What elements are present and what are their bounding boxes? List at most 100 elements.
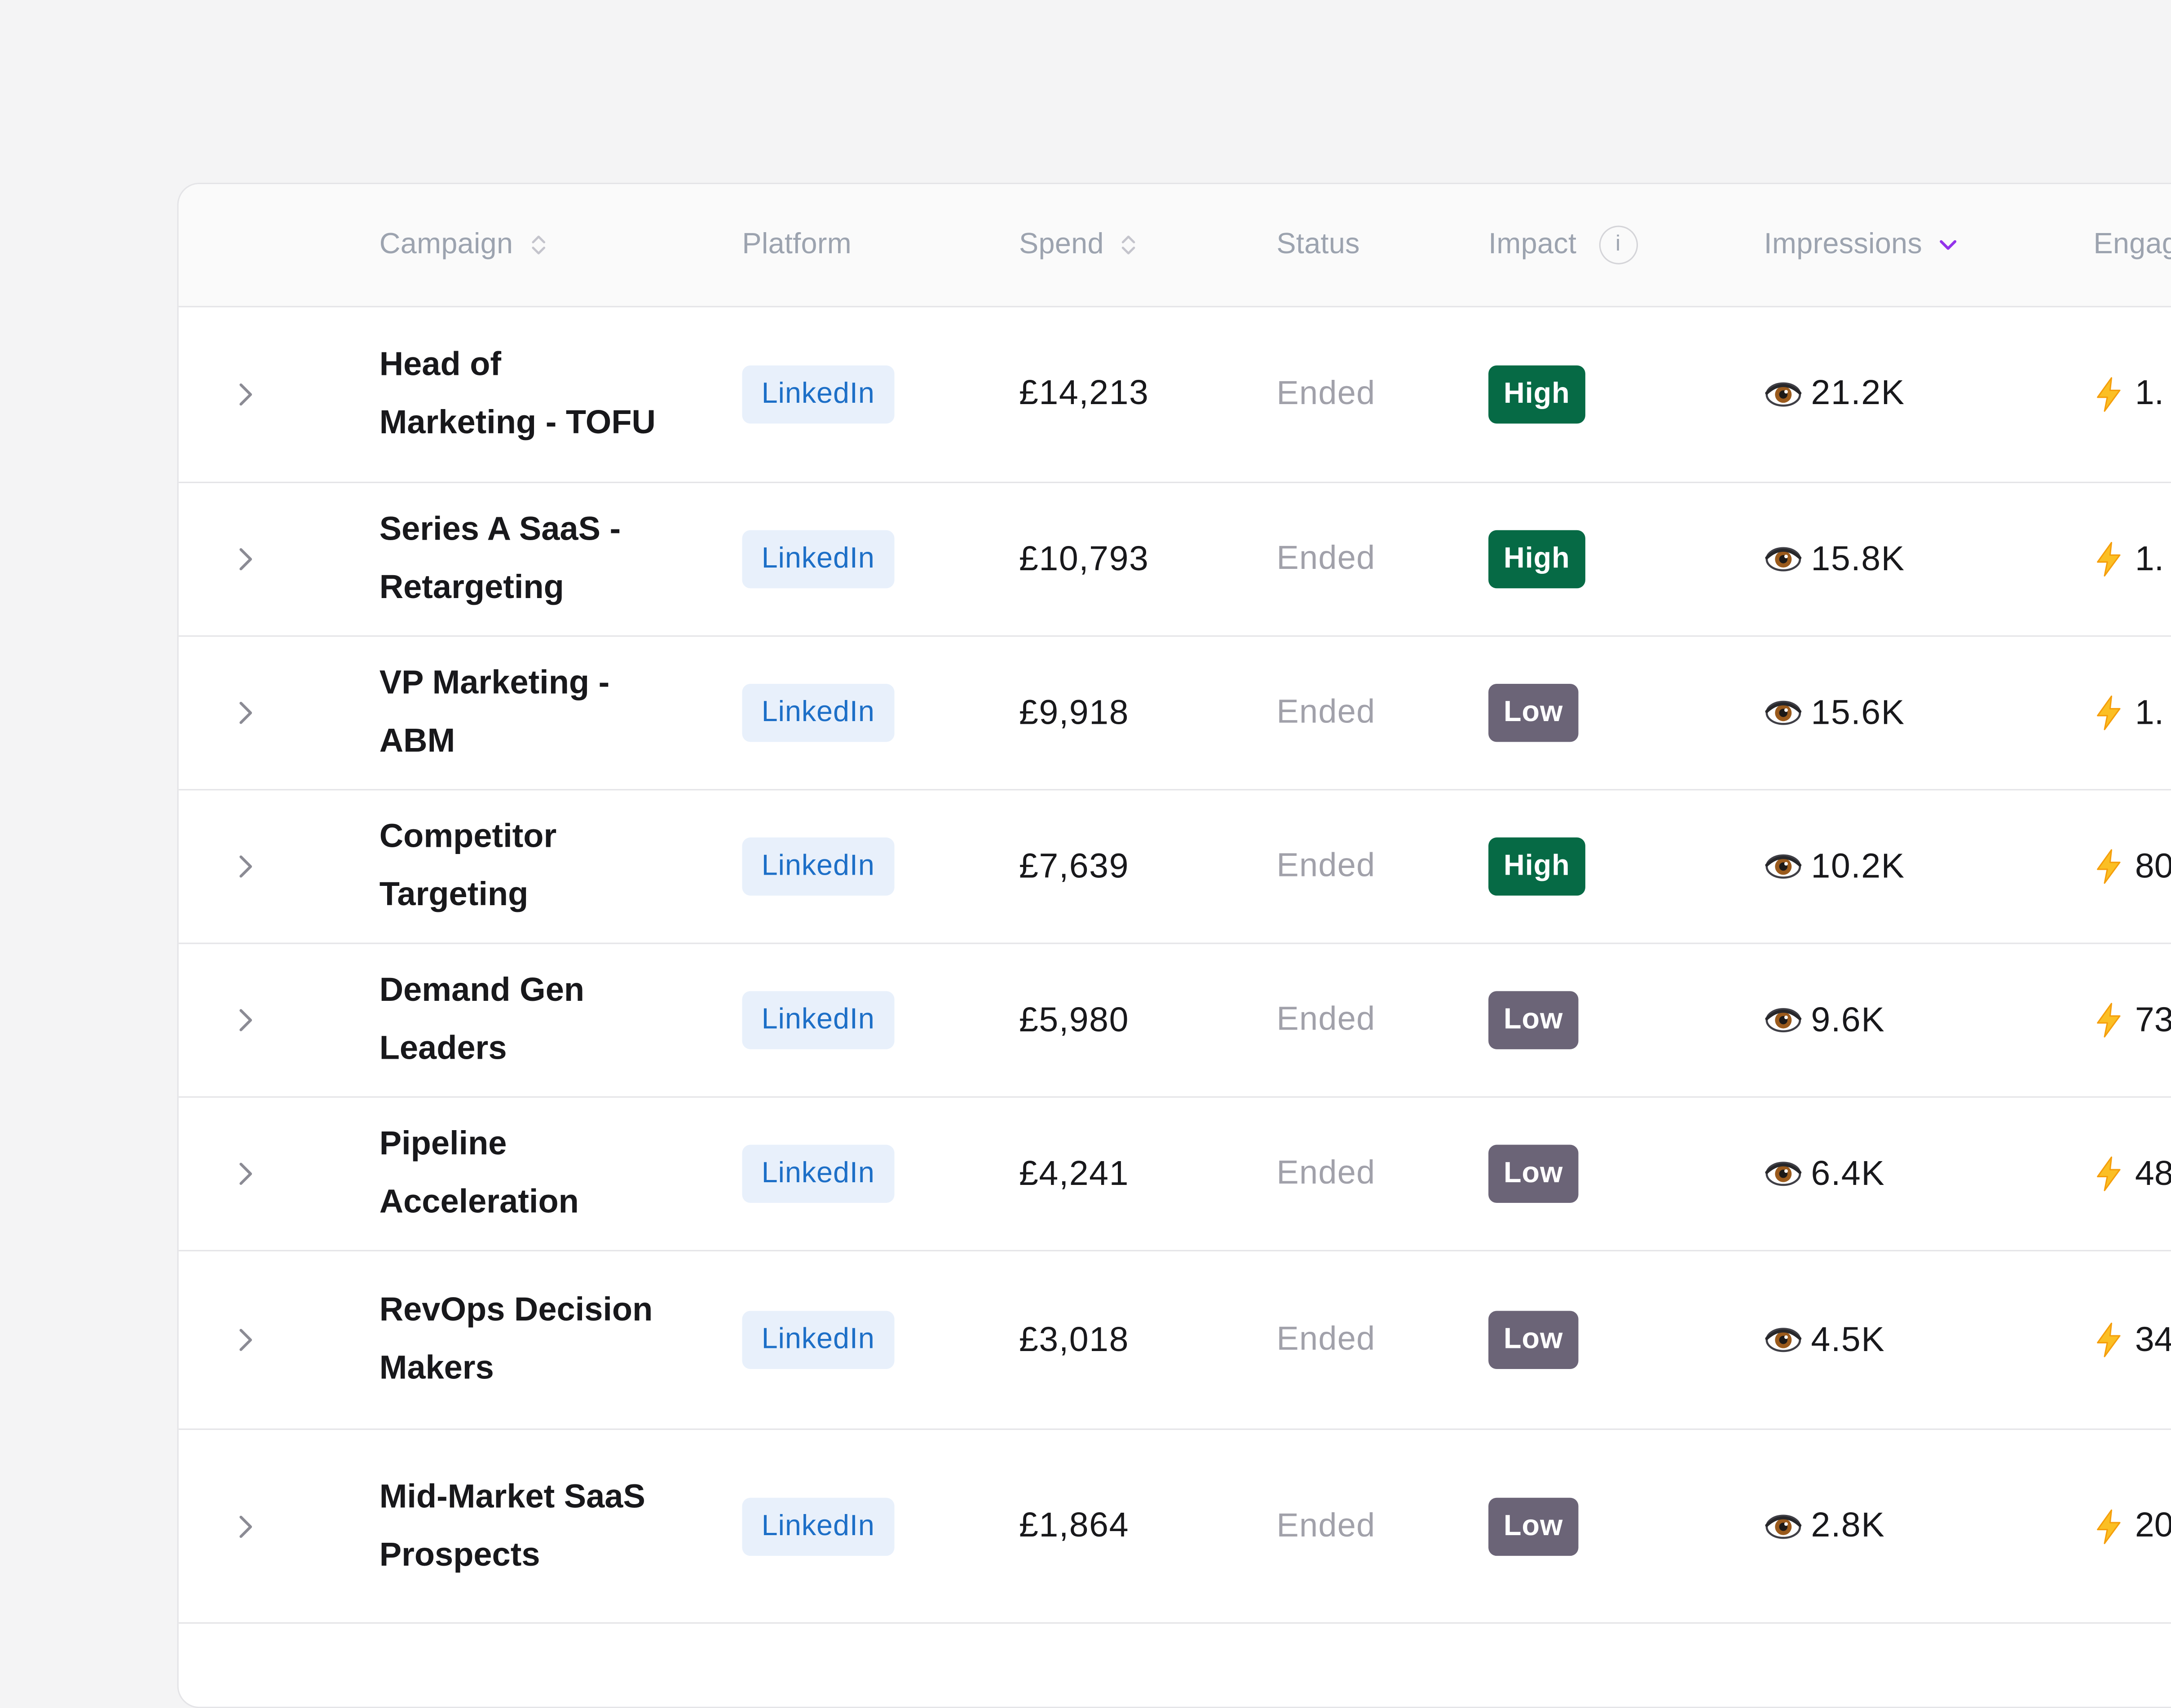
row-expand-button[interactable] — [229, 790, 262, 942]
row-expand-button[interactable] — [229, 483, 262, 635]
impressions-cell: 15.8K — [1764, 483, 1905, 635]
table-row[interactable]: Pipeline Acceleration LinkedIn £4,241 En… — [178, 1098, 2171, 1251]
spend-value: £1,864 — [1019, 1506, 1130, 1545]
platform-badge: LinkedIn — [742, 530, 894, 589]
row-expand-button[interactable] — [229, 944, 262, 1096]
spend-value: £3,018 — [1019, 1320, 1130, 1359]
header-spend[interactable]: Spend — [1019, 184, 1137, 306]
impressions-value: 9.6K — [1811, 1000, 1885, 1039]
sort-icon[interactable] — [1121, 231, 1137, 259]
table-row[interactable]: Head of Marketing - TOFU LinkedIn £14,21… — [178, 306, 2171, 483]
row-expand-button[interactable] — [229, 1430, 262, 1623]
bolt-icon — [2093, 1156, 2124, 1192]
table-row[interactable]: VP Marketing - ABM LinkedIn £9,918 Ended… — [178, 637, 2171, 791]
impressions-cell: 15.6K — [1764, 637, 1905, 789]
spend-value: £5,980 — [1019, 1000, 1130, 1039]
chevron-right-icon[interactable] — [235, 1005, 255, 1035]
engagement-cell: 1. — [2093, 306, 2164, 482]
campaign-name[interactable]: RevOps Decision Makers — [379, 1251, 657, 1429]
info-icon[interactable]: i — [1598, 225, 1637, 264]
row-expand-button[interactable] — [229, 1098, 262, 1250]
header-status: Status — [1276, 184, 1359, 306]
spend-value: £4,241 — [1019, 1153, 1130, 1193]
chevron-down-icon[interactable] — [1939, 238, 1958, 252]
status-value: Ended — [1276, 847, 1376, 885]
chevron-right-icon[interactable] — [235, 698, 255, 728]
status-value: Ended — [1276, 1506, 1376, 1544]
impact-cell: High — [1488, 790, 1585, 942]
engagement-value: 1. — [2135, 539, 2164, 578]
impressions-cell: 9.6K — [1764, 944, 1885, 1096]
bolt-icon — [2093, 1002, 2124, 1038]
impact-badge: Low — [1488, 1145, 1579, 1203]
spend-value: £7,639 — [1019, 846, 1130, 885]
header-impressions[interactable]: Impressions — [1764, 184, 1959, 306]
header-engagement-label: Engag — [2093, 228, 2171, 260]
campaign-table: Campaign Platform Spend Status Impact i — [177, 182, 2171, 1708]
impact-cell: Low — [1488, 944, 1579, 1096]
impressions-cell: 2.8K — [1764, 1430, 1885, 1623]
chevron-right-icon[interactable] — [235, 851, 255, 882]
status-value: Ended — [1276, 540, 1376, 577]
eye-icon — [1764, 379, 1803, 409]
engagement-cell: 73 — [2093, 944, 2171, 1096]
impressions-value: 15.8K — [1811, 539, 1905, 578]
header-platform: Platform — [742, 184, 852, 306]
engagement-value: 34 — [2135, 1320, 2171, 1359]
table-row[interactable]: Series A SaaS - Retargeting LinkedIn £10… — [178, 483, 2171, 637]
campaign-name[interactable]: Pipeline Acceleration — [379, 1098, 657, 1250]
header-platform-label: Platform — [742, 228, 852, 260]
header-status-label: Status — [1276, 228, 1360, 260]
campaign-name[interactable]: Head of Marketing - TOFU — [379, 306, 657, 482]
impact-badge: Low — [1488, 1311, 1579, 1369]
bolt-icon — [2093, 541, 2124, 577]
impressions-value: 2.8K — [1811, 1506, 1885, 1545]
impressions-cell: 6.4K — [1764, 1098, 1885, 1250]
row-expand-button[interactable] — [229, 1251, 262, 1429]
eye-icon — [1764, 544, 1803, 575]
table-row[interactable]: Mid-Market SaaS Prospects LinkedIn £1,86… — [178, 1430, 2171, 1624]
campaign-name[interactable]: Demand Gen Leaders — [379, 944, 657, 1096]
table-row[interactable]: RevOps Decision Makers LinkedIn £3,018 E… — [178, 1251, 2171, 1430]
header-engagement[interactable]: Engag — [2093, 184, 2171, 306]
chevron-right-icon[interactable] — [235, 1158, 255, 1189]
platform-cell: LinkedIn — [742, 637, 894, 789]
stage: Campaign Platform Spend Status Impact i — [0, 0, 2171, 1708]
campaign-name[interactable]: Competitor Targeting — [379, 790, 657, 942]
platform-badge: LinkedIn — [742, 837, 894, 896]
table-row[interactable]: Demand Gen Leaders LinkedIn £5,980 Ended… — [178, 944, 2171, 1098]
eye-icon — [1764, 1158, 1803, 1189]
engagement-cell: 1. — [2093, 483, 2164, 635]
platform-badge: LinkedIn — [742, 1311, 894, 1369]
status-value: Ended — [1276, 1321, 1376, 1358]
campaign-name[interactable]: Mid-Market SaaS Prospects — [379, 1430, 657, 1623]
header-impressions-label: Impressions — [1764, 228, 1923, 260]
chevron-right-icon[interactable] — [235, 544, 255, 575]
engagement-cell: 48 — [2093, 1098, 2171, 1250]
status-value: Ended — [1276, 693, 1376, 731]
chevron-right-icon[interactable] — [235, 1325, 255, 1355]
campaign-name[interactable]: Series A SaaS - Retargeting — [379, 483, 657, 635]
impact-badge: High — [1488, 837, 1585, 896]
bolt-icon — [2093, 1322, 2124, 1358]
impressions-cell: 10.2K — [1764, 790, 1905, 942]
campaign-name[interactable]: VP Marketing - ABM — [379, 637, 657, 789]
header-campaign[interactable]: Campaign — [379, 184, 547, 306]
row-expand-button[interactable] — [229, 637, 262, 789]
chevron-right-icon[interactable] — [235, 379, 255, 409]
bolt-icon — [2093, 695, 2124, 731]
impact-badge: High — [1488, 530, 1585, 589]
sort-icon[interactable] — [530, 231, 546, 259]
engagement-value: 1. — [2135, 692, 2164, 732]
impact-cell: Low — [1488, 1098, 1579, 1250]
table-row[interactable]: Competitor Targeting LinkedIn £7,639 End… — [178, 790, 2171, 944]
impact-cell: Low — [1488, 1430, 1579, 1623]
impressions-cell: 4.5K — [1764, 1251, 1885, 1429]
impressions-value: 6.4K — [1811, 1153, 1885, 1193]
eye-icon — [1764, 698, 1803, 728]
platform-cell: LinkedIn — [742, 483, 894, 635]
row-expand-button[interactable] — [229, 306, 262, 482]
engagement-value: 48 — [2135, 1153, 2171, 1193]
engagement-value: 20 — [2135, 1506, 2171, 1545]
chevron-right-icon[interactable] — [235, 1511, 255, 1541]
